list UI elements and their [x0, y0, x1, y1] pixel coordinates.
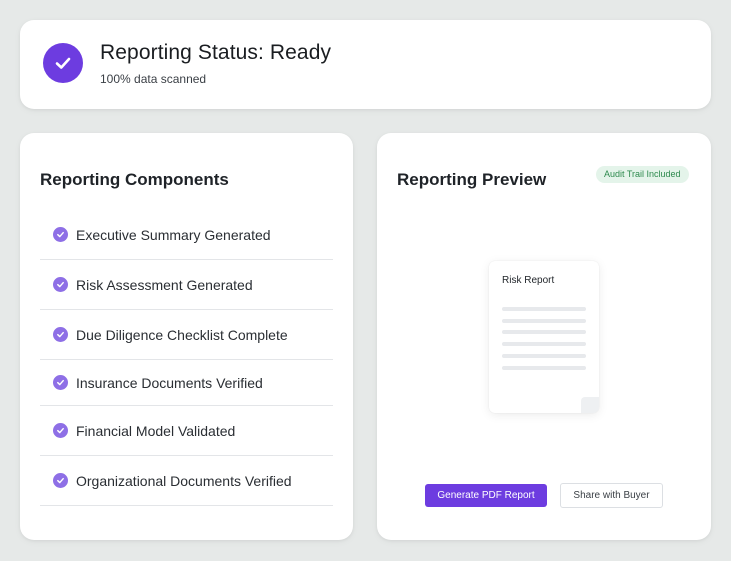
check-circle-icon: [53, 423, 68, 438]
document-line: [502, 330, 586, 334]
status-card: Reporting Status: Ready 100% data scanne…: [20, 20, 711, 109]
list-item-label: Insurance Documents Verified: [76, 374, 263, 391]
components-list: Executive Summary Generated Risk Assessm…: [40, 210, 333, 506]
list-item: Executive Summary Generated: [40, 210, 333, 260]
status-subtitle: 100% data scanned: [100, 72, 207, 86]
reporting-components-card: Reporting Components Executive Summary G…: [20, 133, 353, 540]
document-preview[interactable]: Risk Report: [489, 261, 599, 413]
check-circle-icon: [53, 473, 68, 488]
list-item: Risk Assessment Generated: [40, 260, 333, 310]
document-line: [502, 342, 586, 346]
list-item-label: Risk Assessment Generated: [76, 276, 253, 293]
list-item-label: Executive Summary Generated: [76, 226, 271, 243]
list-item: Insurance Documents Verified: [40, 360, 333, 406]
components-title: Reporting Components: [40, 170, 229, 189]
list-item-label: Financial Model Validated: [76, 422, 236, 439]
reporting-preview-card: Reporting Preview Audit Trail Included R…: [377, 133, 711, 540]
preview-title: Reporting Preview: [397, 170, 547, 189]
check-circle-icon: [43, 43, 83, 83]
check-circle-icon: [53, 327, 68, 342]
list-item: Organizational Documents Verified: [40, 456, 333, 506]
audit-trail-badge: Audit Trail Included: [596, 166, 689, 183]
generate-pdf-button[interactable]: Generate PDF Report: [425, 484, 547, 507]
check-circle-icon: [53, 227, 68, 242]
list-item: Due Diligence Checklist Complete: [40, 310, 333, 360]
list-item: Financial Model Validated: [40, 406, 333, 456]
document-line: [502, 366, 586, 370]
check-circle-icon: [53, 375, 68, 390]
document-line: [502, 307, 586, 311]
document-line: [502, 319, 586, 323]
document-line: [502, 354, 586, 358]
list-item-label: Organizational Documents Verified: [76, 472, 292, 489]
document-fold: [581, 397, 599, 413]
share-with-buyer-button[interactable]: Share with Buyer: [560, 483, 663, 508]
check-circle-icon: [53, 277, 68, 292]
list-item-label: Due Diligence Checklist Complete: [76, 326, 288, 343]
document-title: Risk Report: [502, 275, 555, 286]
status-title: Reporting Status: Ready: [100, 41, 332, 64]
